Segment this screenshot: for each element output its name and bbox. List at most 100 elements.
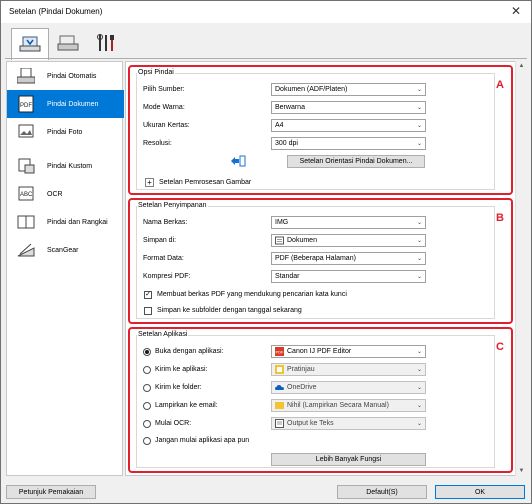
app-settings-title: Setelan Aplikasi (137, 331, 189, 338)
sidebar-item-label: Pindai dan Rangkai (47, 218, 108, 226)
title-bar: Setelan (Pindai Dokumen) ✕ (1, 1, 531, 23)
image-processing-label: Setelan Pemrosesan Gambar (159, 179, 252, 186)
tab-general-tools[interactable] (87, 28, 125, 58)
paper-size-dropdown[interactable]: A4 ⌄ (271, 119, 426, 132)
subfolder-label: Simpan ke subfolder dengan tanggal sekar… (157, 307, 302, 314)
sidebar-item-ocr[interactable]: ABC OCR (7, 180, 124, 208)
tools-tab-icon (97, 34, 114, 51)
document-scan-icon: PDF (17, 95, 35, 113)
send-to-app-radio[interactable] (143, 366, 151, 374)
sidebar-item-label: OCR (47, 190, 63, 198)
custom-scan-icon (17, 157, 35, 175)
sidebar-item-auto-scan[interactable]: Pindai Otomatis (7, 62, 124, 90)
resolution-dropdown[interactable]: 300 dpi ⌄ (271, 137, 426, 150)
tab-save[interactable] (49, 28, 87, 58)
scan-options-title: Opsi Pindai (137, 69, 175, 76)
select-source-value: Dokumen (ADF/Platen) (275, 86, 348, 93)
sidebar-item-custom-scan[interactable]: Pindai Kustom (7, 152, 124, 180)
sidebar-item-label: Pindai Dokumen (47, 100, 99, 108)
send-to-app-dropdown[interactable]: Pratinjau ⌄ (271, 363, 426, 376)
scroll-down-arrow[interactable]: ▼ (516, 466, 527, 476)
file-name-dropdown[interactable]: IMG ⌄ (271, 216, 426, 229)
paper-size-value: A4 (275, 122, 284, 129)
start-ocr-radio[interactable] (143, 420, 151, 428)
save-tab-icon (57, 35, 79, 51)
sidebar: Pindai Otomatis PDF Pindai Dokumen Pinda… (6, 61, 124, 476)
start-ocr-value: Output ke Teks (287, 420, 334, 427)
save-in-dropdown[interactable]: Dokumen ⌄ (271, 234, 426, 247)
expand-image-processing[interactable]: + (145, 178, 154, 187)
chevron-down-icon: ⌄ (416, 403, 422, 409)
send-to-app-label: Kirim ke aplikasi: (155, 366, 208, 373)
scroll-up-arrow[interactable]: ▲ (516, 61, 527, 71)
photo-scan-icon (17, 123, 35, 141)
sidebar-item-scan-and-stitch[interactable]: Pindai dan Rangkai (7, 208, 124, 236)
chevron-down-icon: ⌄ (416, 367, 422, 373)
color-mode-value: Berwarna (275, 104, 305, 111)
scan-tab-icon (19, 36, 41, 51)
chevron-down-icon: ⌄ (416, 421, 422, 427)
send-to-folder-radio[interactable] (143, 384, 151, 392)
file-name-label: Nama Berkas: (143, 219, 188, 226)
color-mode-label: Mode Warna: (143, 104, 185, 111)
file-name-value: IMG (275, 219, 289, 226)
section-letter-b: B (496, 212, 504, 224)
sidebar-item-photo-scan[interactable]: Pindai Foto (7, 118, 124, 146)
top-tab-bar (5, 28, 527, 60)
section-letter-c: C (496, 341, 504, 353)
data-format-value: PDF (Beberapa Halaman) (275, 255, 356, 262)
chevron-down-icon: ⌄ (416, 385, 422, 391)
start-ocr-dropdown[interactable]: Output ke Teks ⌄ (271, 417, 426, 430)
window-title: Setelan (Pindai Dokumen) (9, 7, 103, 16)
paper-size-label: Ukuran Kertas: (143, 122, 190, 129)
svg-text:PDF: PDF (276, 350, 285, 355)
vertical-scrollbar[interactable]: ▲ ▼ (515, 61, 526, 476)
pdf-compression-value: Standar (275, 273, 300, 280)
resolution-value: 300 dpi (275, 140, 298, 147)
select-source-label: Pilih Sumber: (143, 86, 185, 93)
defaults-button[interactable]: Default(S) (337, 485, 427, 499)
attach-email-dropdown[interactable]: Nihil (Lampirkan Secara Manual) ⌄ (271, 399, 426, 412)
sidebar-item-label: Pindai Kustom (47, 162, 93, 170)
open-with-app-dropdown[interactable]: PDF Canon IJ PDF Editor ⌄ (271, 345, 426, 358)
ok-button[interactable]: OK (435, 485, 525, 499)
scangear-icon (17, 241, 35, 259)
color-mode-dropdown[interactable]: Berwarna ⌄ (271, 101, 426, 114)
instructions-button[interactable]: Petunjuk Pemakaian (6, 485, 96, 499)
tab-scan[interactable] (11, 28, 49, 60)
resolution-label: Resolusi: (143, 140, 172, 147)
searchable-pdf-checkbox[interactable]: ✓ (144, 291, 152, 299)
send-to-folder-value: OneDrive (287, 384, 317, 391)
app-settings-section: Setelan Aplikasi C Buka dengan aplikasi:… (128, 327, 513, 473)
scan-options-section: Opsi Pindai A Pilih Sumber: Dokumen (ADF… (128, 65, 513, 195)
data-format-dropdown[interactable]: PDF (Beberapa Halaman) ⌄ (271, 252, 426, 265)
sidebar-item-document-scan[interactable]: PDF Pindai Dokumen (7, 90, 124, 118)
no-app-radio[interactable] (143, 437, 151, 445)
no-app-label: Jangan mulai aplikasi apa pun (155, 437, 250, 444)
scan-orientation-button[interactable]: Setelan Orientasi Pindai Dokumen... (287, 155, 425, 168)
sidebar-item-scangear[interactable]: ScanGear (7, 236, 124, 264)
settings-window: Setelan (Pindai Dokumen) ✕ Pindai Otomat… (0, 0, 532, 504)
select-source-dropdown[interactable]: Dokumen (ADF/Platen) ⌄ (271, 83, 426, 96)
folder-icon (275, 236, 284, 245)
start-ocr-label: Mulai OCR: (155, 420, 192, 427)
save-in-label: Simpan di: (143, 237, 177, 244)
onedrive-cloud-icon (275, 383, 284, 392)
more-functions-button[interactable]: Lebih Banyak Fungsi (271, 453, 426, 466)
send-to-folder-dropdown[interactable]: OneDrive ⌄ (271, 381, 426, 394)
close-button[interactable]: ✕ (505, 4, 527, 20)
chevron-down-icon: ⌄ (416, 220, 422, 226)
data-format-label: Format Data: (143, 255, 184, 262)
open-with-app-value: Canon IJ PDF Editor (287, 348, 352, 355)
subfolder-checkbox[interactable] (144, 307, 152, 315)
chevron-down-icon: ⌄ (416, 123, 422, 129)
sidebar-item-label: Pindai Foto (47, 128, 83, 136)
save-in-value: Dokumen (287, 237, 317, 244)
chevron-down-icon: ⌄ (416, 105, 422, 111)
open-with-app-radio[interactable] (143, 348, 151, 356)
pdf-compression-dropdown[interactable]: Standar ⌄ (271, 270, 426, 283)
save-settings-title: Setelan Penyimpanan (137, 202, 208, 209)
tab-divider (5, 58, 527, 59)
attach-email-radio[interactable] (143, 402, 151, 410)
text-output-icon (275, 419, 284, 428)
